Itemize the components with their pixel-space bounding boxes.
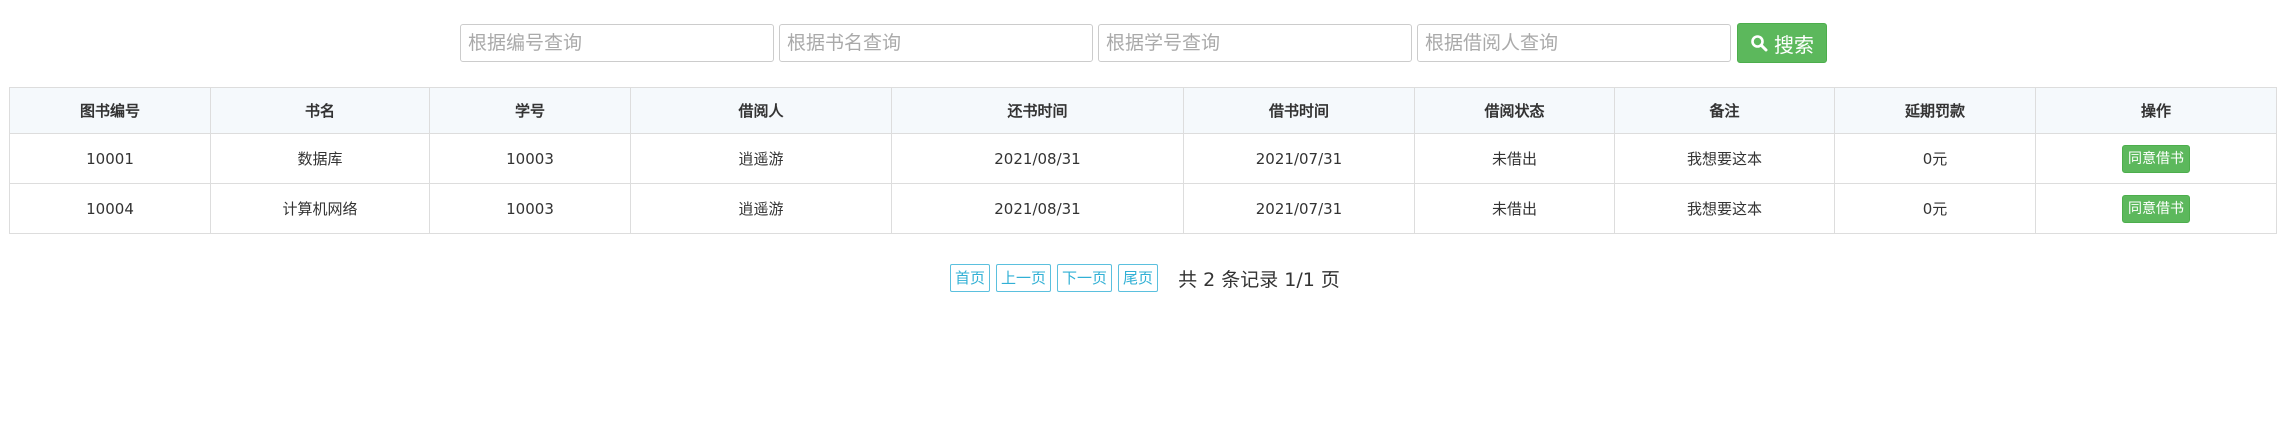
borrower-search-input[interactable] [1417, 24, 1731, 62]
cell-book-name: 计算机网络 [210, 183, 430, 234]
header-borrow-time: 借书时间 [1183, 87, 1415, 134]
cell-return-time: 2021/08/31 [891, 133, 1184, 184]
cell-status: 未借出 [1414, 183, 1615, 234]
record-summary: 共 2 条记录 1/1 页 [1178, 268, 1340, 291]
cell-fine: 0元 [1834, 133, 2036, 184]
cell-borrower: 逍遥游 [630, 133, 892, 184]
cell-borrow-time: 2021/07/31 [1183, 133, 1415, 184]
last-page-button[interactable]: 尾页 [1118, 264, 1159, 292]
header-book-id: 图书编号 [9, 87, 211, 134]
header-status: 借阅状态 [1414, 87, 1615, 134]
cell-book-id: 10001 [9, 133, 211, 184]
agree-borrow-button[interactable]: 同意借书 [2122, 144, 2190, 173]
header-remark: 备注 [1614, 87, 1835, 134]
cell-return-time: 2021/08/31 [891, 183, 1184, 234]
pagination: 首页 上一页 下一页 尾页 共 2 条记录 1/1 页 [950, 264, 1340, 292]
cell-action: 同意借书 [2035, 133, 2277, 184]
borrow-request-table: 图书编号 书名 学号 借阅人 还书时间 借书时间 借阅状态 备注 延期罚款 操作… [9, 87, 2277, 234]
table-header-row: 图书编号 书名 学号 借阅人 还书时间 借书时间 借阅状态 备注 延期罚款 操作 [9, 87, 2277, 134]
cell-student-id: 10003 [429, 183, 631, 234]
cell-remark: 我想要这本 [1614, 133, 1835, 184]
header-borrower: 借阅人 [630, 87, 892, 134]
cell-book-name: 数据库 [210, 133, 430, 184]
cell-borrower: 逍遥游 [630, 183, 892, 234]
table-row: 10004 计算机网络 10003 逍遥游 2021/08/31 2021/07… [9, 183, 2277, 234]
search-bar: 搜索 [460, 23, 1827, 63]
header-action: 操作 [2035, 87, 2277, 134]
cell-fine: 0元 [1834, 183, 2036, 234]
book-name-search-input[interactable] [779, 24, 1093, 62]
cell-book-id: 10004 [9, 183, 211, 234]
prev-page-button[interactable]: 上一页 [996, 264, 1052, 292]
header-book-name: 书名 [210, 87, 430, 134]
first-page-button[interactable]: 首页 [950, 264, 991, 292]
cell-remark: 我想要这本 [1614, 183, 1835, 234]
student-id-search-input[interactable] [1098, 24, 1412, 62]
search-button-label: 搜索 [1774, 32, 1814, 57]
header-student-id: 学号 [429, 87, 631, 134]
page: 搜索 图书编号 书名 学号 借阅人 还书时间 借书时间 借阅状态 [0, 0, 2287, 427]
agree-borrow-button[interactable]: 同意借书 [2122, 194, 2190, 223]
cell-borrow-time: 2021/07/31 [1183, 183, 1415, 234]
table-row: 10001 数据库 10003 逍遥游 2021/08/31 2021/07/3… [9, 133, 2277, 184]
header-fine: 延期罚款 [1834, 87, 2036, 134]
search-button[interactable]: 搜索 [1737, 23, 1827, 63]
cell-status: 未借出 [1414, 133, 1615, 184]
next-page-button[interactable]: 下一页 [1057, 264, 1113, 292]
cell-student-id: 10003 [429, 133, 631, 184]
cell-action: 同意借书 [2035, 183, 2277, 234]
book-id-search-input[interactable] [460, 24, 774, 62]
header-return-time: 还书时间 [891, 87, 1184, 134]
search-icon [1751, 35, 1768, 52]
